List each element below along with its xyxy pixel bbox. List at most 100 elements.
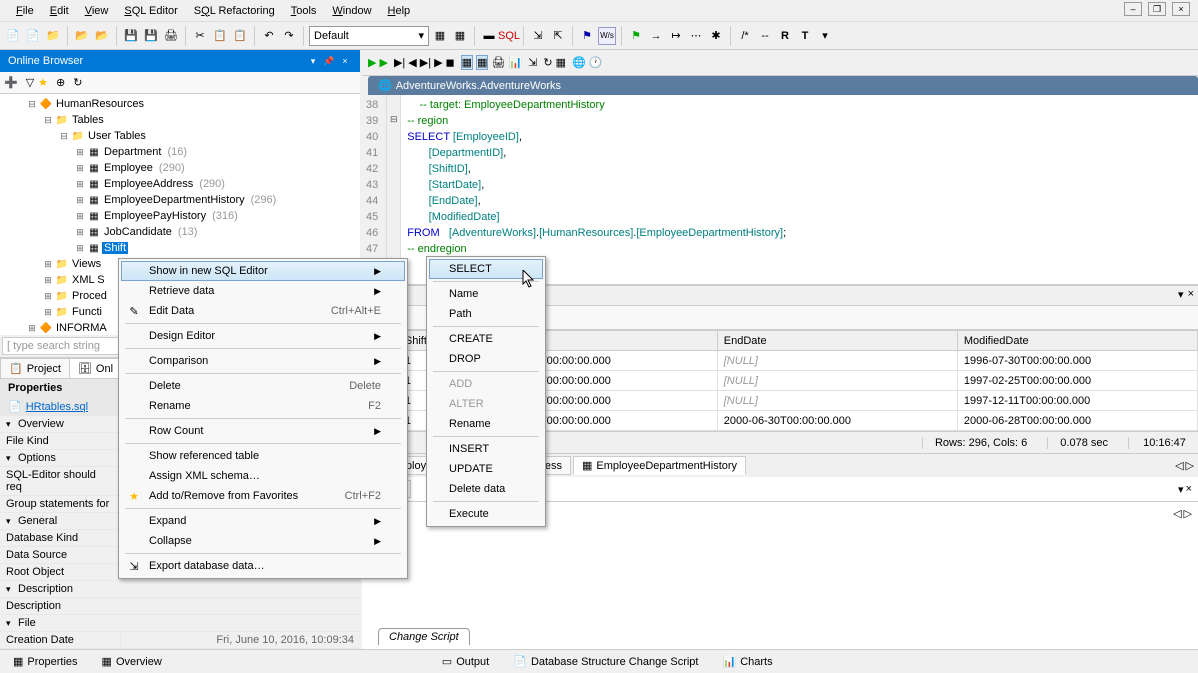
- ctx-favorites[interactable]: ★Add to/Remove from FavoritesCtrl+F2: [121, 486, 405, 506]
- execute-icon[interactable]: ▶: [368, 56, 376, 69]
- nav5-icon[interactable]: ◼: [446, 56, 455, 69]
- export-icon[interactable]: ⇲: [529, 27, 547, 45]
- tree-tables[interactable]: ⊟📁Tables: [2, 112, 358, 128]
- menu-sql-refactoring[interactable]: SQL Refactoring: [186, 3, 283, 19]
- open-project-icon[interactable]: 📂: [93, 27, 111, 45]
- nav1-icon[interactable]: ▶|: [394, 56, 405, 69]
- sub-create[interactable]: CREATE: [429, 329, 543, 349]
- locate-icon[interactable]: ⊕: [56, 76, 65, 89]
- ctx-assign-xml[interactable]: Assign XML schema…: [121, 466, 405, 486]
- add-item-icon[interactable]: ➕: [4, 76, 18, 89]
- ctx-collapse[interactable]: Collapse▶: [121, 531, 405, 551]
- export2-icon[interactable]: ⇲: [528, 56, 537, 69]
- ctx-rename[interactable]: RenameF2: [121, 396, 405, 416]
- stab-close-icon[interactable]: ×: [1186, 483, 1192, 496]
- ctx-export-db[interactable]: ⇲Export database data…: [121, 556, 405, 576]
- tree-schema[interactable]: ⊟🔶HumanResources: [2, 96, 358, 112]
- minimize-button[interactable]: –: [1124, 2, 1142, 16]
- sub-delete-data[interactable]: Delete data: [429, 479, 543, 499]
- menu-window[interactable]: Window: [324, 3, 379, 19]
- btab-overview[interactable]: ▦Overview: [93, 652, 171, 671]
- refresh-icon[interactable]: ↻: [73, 76, 82, 89]
- submenu[interactable]: SELECT Name Path CREATE DROP ADD ALTER R…: [426, 256, 546, 527]
- editor-tab[interactable]: 🌐AdventureWorks.AdventureWorks: [368, 76, 1198, 95]
- sub-select[interactable]: SELECT: [429, 259, 543, 279]
- r-icon[interactable]: R: [776, 27, 794, 45]
- change-script-tab[interactable]: Change Script: [378, 628, 470, 645]
- star-icon[interactable]: ✱: [707, 27, 725, 45]
- nav4-icon[interactable]: ▶: [434, 56, 442, 69]
- new-file-icon[interactable]: 📄: [4, 27, 22, 45]
- col-modifieddate[interactable]: ModifiedDate: [957, 331, 1197, 351]
- redo-icon[interactable]: ↷: [280, 27, 298, 45]
- execute-step-icon[interactable]: ▶: [379, 56, 387, 69]
- grid2-icon[interactable]: ▦: [476, 55, 488, 70]
- save-all-icon[interactable]: 💾: [142, 27, 160, 45]
- connect-icon[interactable]: ▦: [431, 27, 449, 45]
- stab-drop-icon[interactable]: ▾: [1178, 483, 1184, 496]
- sub-drop[interactable]: DROP: [429, 349, 543, 369]
- pin-icon[interactable]: ▾: [306, 54, 320, 68]
- menu-file[interactable]: File: [8, 3, 42, 19]
- btab-properties[interactable]: ▦Properties: [4, 652, 87, 671]
- favorite-icon[interactable]: ★: [38, 76, 48, 89]
- print-icon[interactable]: 🖨: [162, 27, 180, 45]
- col-enddate[interactable]: EndDate: [717, 331, 957, 351]
- close-panel-icon[interactable]: ×: [338, 54, 352, 68]
- ctx-comparison[interactable]: Comparison▶: [121, 351, 405, 371]
- arrow2-icon[interactable]: ↦: [667, 27, 685, 45]
- table-row[interactable]: ⊞▦EmployeeDepartmentHistory(296): [2, 192, 358, 208]
- fold-column[interactable]: ⊟: [387, 95, 401, 284]
- grid-icon[interactable]: ▦: [461, 55, 473, 70]
- tab-online[interactable]: 🗄Onl: [69, 358, 122, 378]
- ctx-retrieve-data[interactable]: Retrieve data▶: [121, 281, 405, 301]
- table-row[interactable]: ⊞▦EmployeePayHistory(316): [2, 208, 358, 224]
- globe-icon[interactable]: 🌐: [572, 56, 586, 69]
- prev-icon[interactable]: ◁: [1173, 507, 1181, 520]
- nav2-icon[interactable]: ◀: [408, 56, 416, 69]
- pin2-icon[interactable]: 📌: [322, 54, 336, 68]
- menu-help[interactable]: Help: [380, 3, 419, 19]
- schema-icon[interactable]: ▦: [451, 27, 469, 45]
- new-project-icon[interactable]: 📁: [44, 27, 62, 45]
- refresh2-icon[interactable]: ↻: [543, 56, 552, 69]
- db-icon[interactable]: ▬: [480, 27, 498, 45]
- results-close-icon[interactable]: ×: [1188, 288, 1194, 301]
- ctx-delete[interactable]: DeleteDelete: [121, 376, 405, 396]
- next-icon[interactable]: ▷: [1184, 507, 1192, 520]
- sub-execute[interactable]: Execute: [429, 504, 543, 524]
- menu-tools[interactable]: Tools: [283, 3, 325, 19]
- table-row[interactable]: ⊞▦Department(16): [2, 144, 358, 160]
- menu-view[interactable]: View: [77, 3, 117, 19]
- rtab-next-icon[interactable]: ▷: [1186, 459, 1194, 472]
- ws-icon[interactable]: W/s: [598, 27, 616, 45]
- marker1-icon[interactable]: ⚑: [627, 27, 645, 45]
- line-comment-icon[interactable]: --: [756, 27, 774, 45]
- clock-icon[interactable]: 🕐: [589, 56, 603, 69]
- btab-charts[interactable]: 📊Charts: [713, 652, 781, 671]
- results-drop-icon[interactable]: ▾: [1178, 288, 1184, 301]
- rtab-edh[interactable]: ▦EmployeeDepartmentHistory: [573, 456, 746, 475]
- btab-dbchange[interactable]: 📄Database Structure Change Script: [504, 652, 707, 671]
- filter-icon[interactable]: ▽: [26, 76, 34, 89]
- arrow-icon[interactable]: →: [647, 27, 665, 45]
- paste-icon[interactable]: 📋: [231, 27, 249, 45]
- sub-update[interactable]: UPDATE: [429, 459, 543, 479]
- rtab-prev-icon[interactable]: ◁: [1175, 459, 1183, 472]
- table-row[interactable]: ⊞▦EmployeeAddress(290): [2, 176, 358, 192]
- ctx-show-new-sql[interactable]: Show in new SQL Editor▶: [121, 261, 405, 281]
- ctx-expand[interactable]: Expand▶: [121, 511, 405, 531]
- sub-path[interactable]: Path: [429, 304, 543, 324]
- import-icon[interactable]: ⇱: [549, 27, 567, 45]
- prop-group-file[interactable]: ▾File: [0, 615, 360, 632]
- undo-icon[interactable]: ↶: [260, 27, 278, 45]
- prop-group-description[interactable]: ▾Description: [0, 581, 360, 598]
- open-icon[interactable]: 📂: [73, 27, 91, 45]
- save-icon[interactable]: 💾: [122, 27, 140, 45]
- table-row[interactable]: ⊞▦Employee(290): [2, 160, 358, 176]
- print2-icon[interactable]: 🖨: [491, 56, 505, 69]
- tab-icon[interactable]: ▦: [556, 56, 566, 69]
- sub-name[interactable]: Name: [429, 284, 543, 304]
- menu-edit[interactable]: Edit: [42, 3, 77, 19]
- ctx-row-count[interactable]: Row Count▶: [121, 421, 405, 441]
